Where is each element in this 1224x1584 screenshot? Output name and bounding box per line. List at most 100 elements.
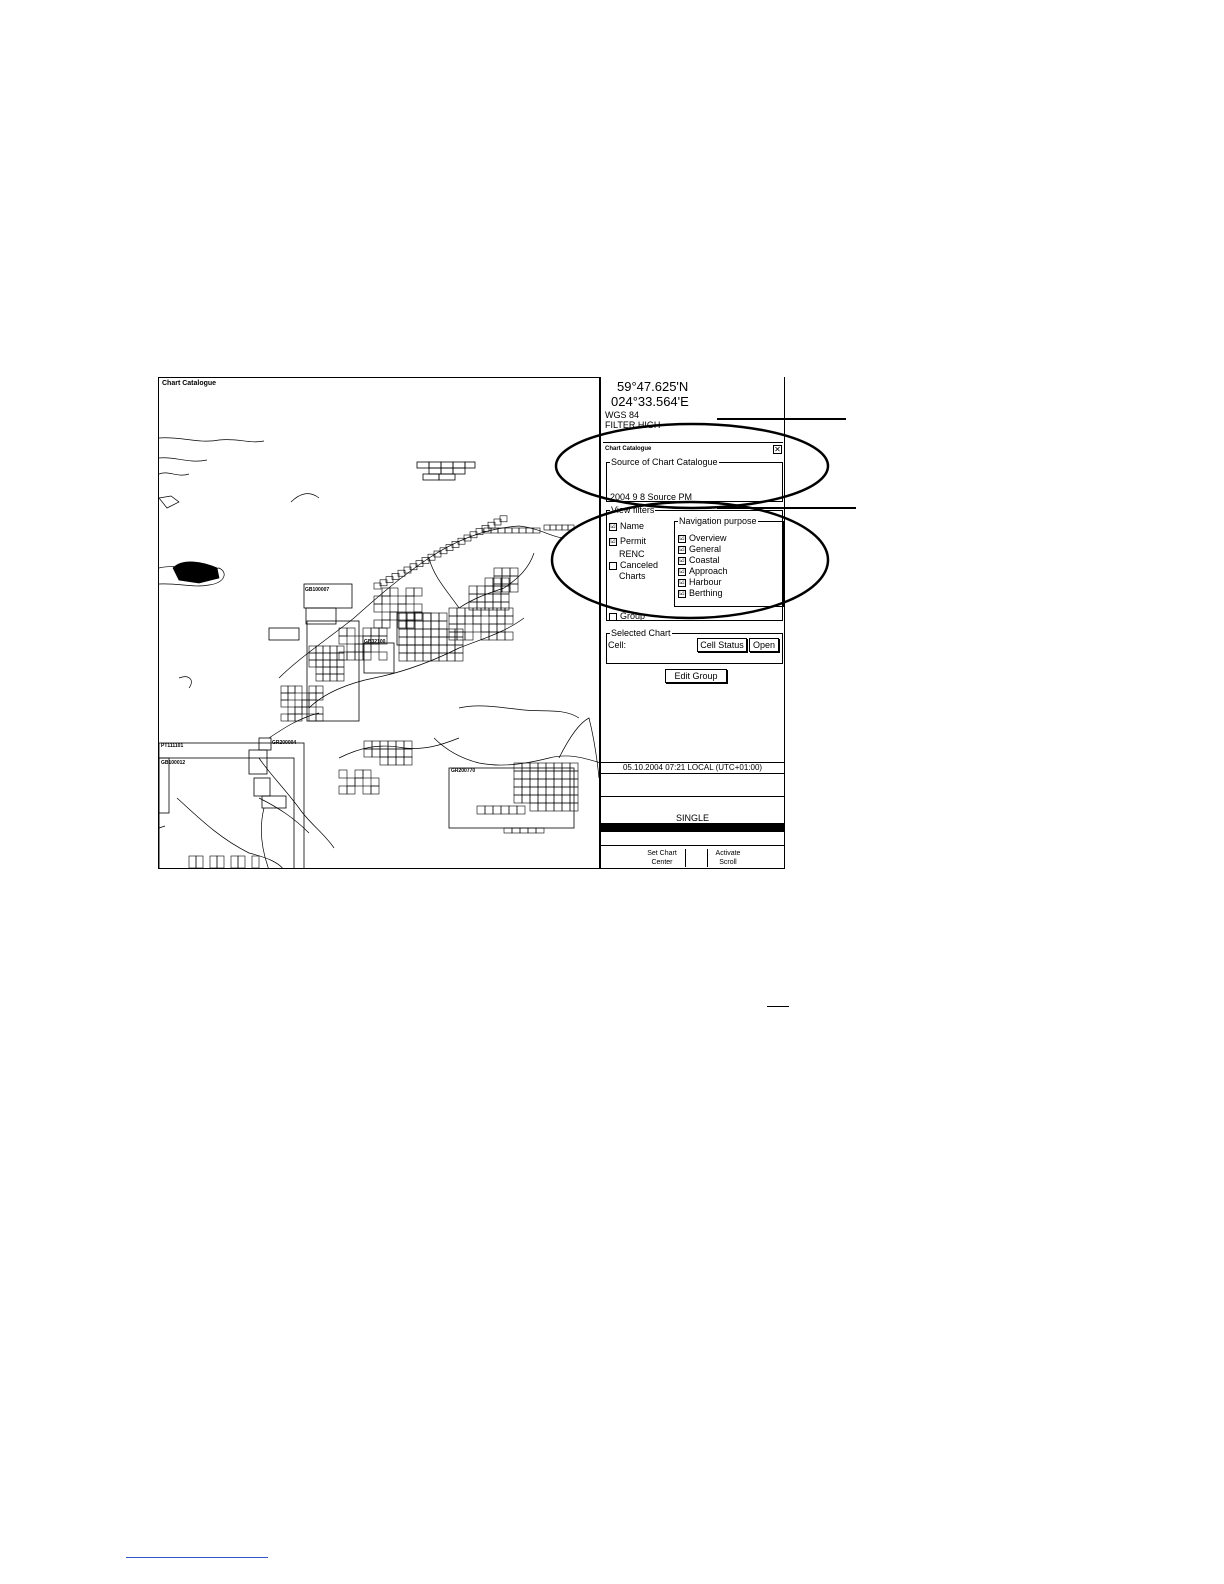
chart-cell[interactable] [370,643,380,653]
chart-cell[interactable] [493,567,503,577]
chart-cell[interactable] [395,748,405,758]
chart-cell[interactable] [529,778,539,788]
checkbox-checked-icon[interactable]: ☑ [609,537,617,546]
chart-cell[interactable] [336,652,345,661]
chart-cell[interactable] [527,827,537,834]
chart-cell[interactable] [488,623,498,633]
chart-cell[interactable] [545,802,555,812]
chart-cell[interactable] [484,805,494,815]
chart-cell[interactable] [414,620,424,630]
chart-cell[interactable] [430,620,440,630]
checkbox-checked-icon[interactable]: ☑ [678,567,686,576]
chart-cell[interactable] [329,673,338,682]
chart-cell[interactable] [379,740,389,750]
chart-cell[interactable] [329,666,338,675]
chart-cell[interactable] [438,644,448,654]
chart-cell[interactable] [395,756,405,766]
chart-cell[interactable] [500,805,510,815]
chart-cell[interactable] [195,855,204,868]
chart-cell[interactable] [521,778,531,788]
chart-cell[interactable] [370,627,380,637]
chart-cell[interactable] [545,770,555,780]
chart-cell[interactable] [373,619,383,629]
chart-cell[interactable] [406,652,416,662]
chart-cell[interactable] [513,794,523,804]
chart-cell[interactable] [509,583,519,593]
chart-cell[interactable] [371,748,381,758]
chart-cell[interactable] [553,786,563,796]
chart-cell[interactable] [301,692,310,701]
chart-cell[interactable] [287,713,296,722]
chart-cell[interactable] [397,595,407,605]
chart-cell[interactable] [446,628,456,638]
chart-cell[interactable] [336,659,345,668]
chart-cell[interactable] [545,794,555,804]
chart-cell[interactable] [472,615,482,625]
checkbox-checked-icon[interactable]: ☑ [609,522,617,531]
set-chart-center-button[interactable]: Set Chart Center [639,849,686,867]
chart-cell[interactable] [496,623,506,633]
chart-cell[interactable] [315,706,324,715]
chart-cell[interactable] [287,706,296,715]
chart-cell[interactable] [336,666,345,675]
chart-cell[interactable] [521,794,531,804]
chart-cell[interactable] [315,673,324,682]
chart-cell[interactable] [521,786,531,796]
chart-cell[interactable] [406,644,416,654]
chart-cell[interactable] [308,699,317,708]
chart-cell[interactable] [454,636,464,646]
chart-cell[interactable] [422,620,432,630]
chart-cell[interactable] [561,778,571,788]
chart-cell[interactable] [370,785,380,795]
chart-cell[interactable] [484,577,494,587]
chart-cell[interactable] [403,748,413,758]
chart-cell[interactable] [521,770,531,780]
chart-cell[interactable] [301,699,310,708]
chart-cell[interactable] [315,713,324,722]
chart-cell[interactable] [371,740,381,750]
chart-cell[interactable] [315,666,324,675]
chart-cell[interactable] [454,652,464,662]
chart-cell[interactable] [308,692,317,701]
chart-cell[interactable] [561,786,571,796]
chart-cell[interactable] [381,587,391,597]
chart-cell[interactable] [561,524,569,531]
filter-permit[interactable]: ☑ Permit [609,536,646,546]
chart-cell[interactable] [237,855,246,868]
chart-cell[interactable] [529,786,539,796]
chart-cell[interactable] [338,635,348,645]
checkbox-checked-icon[interactable]: ☑ [678,578,686,587]
chart-cell[interactable] [362,785,372,795]
chart-cell[interactable] [315,685,324,694]
chart-cell[interactable] [346,785,356,795]
chart-cell[interactable] [346,651,356,661]
chart-cell[interactable] [422,652,432,662]
chart-cell[interactable] [379,748,389,758]
chart-cell[interactable] [537,762,547,772]
chart-cell[interactable] [529,802,539,812]
chart-cell[interactable] [363,748,373,758]
chart-cell[interactable] [381,619,391,629]
chart-cell[interactable] [511,827,521,834]
chart-cell[interactable] [329,652,338,661]
chart-cell[interactable] [535,827,545,834]
chart-cell[interactable] [322,666,331,675]
chart-cell[interactable] [301,706,310,715]
chart-cell[interactable] [422,644,432,654]
chart-cell[interactable] [430,612,440,622]
chart-cell[interactable] [381,595,391,605]
chart-cell[interactable] [430,644,440,654]
chart-cell[interactable] [387,756,397,766]
open-button[interactable]: Open [749,638,779,652]
chart-cell[interactable] [373,603,383,613]
chart-cell[interactable] [209,855,218,868]
chart-cell[interactable] [389,603,399,613]
chart-cell[interactable] [338,769,348,779]
chart-cell[interactable] [456,623,466,633]
chart-cell[interactable] [513,770,523,780]
chart-cell[interactable] [387,748,397,758]
chart-cell[interactable] [545,778,555,788]
chart-cell[interactable] [230,855,239,868]
chart-cell[interactable] [414,636,424,646]
chart-cell[interactable] [387,740,397,750]
